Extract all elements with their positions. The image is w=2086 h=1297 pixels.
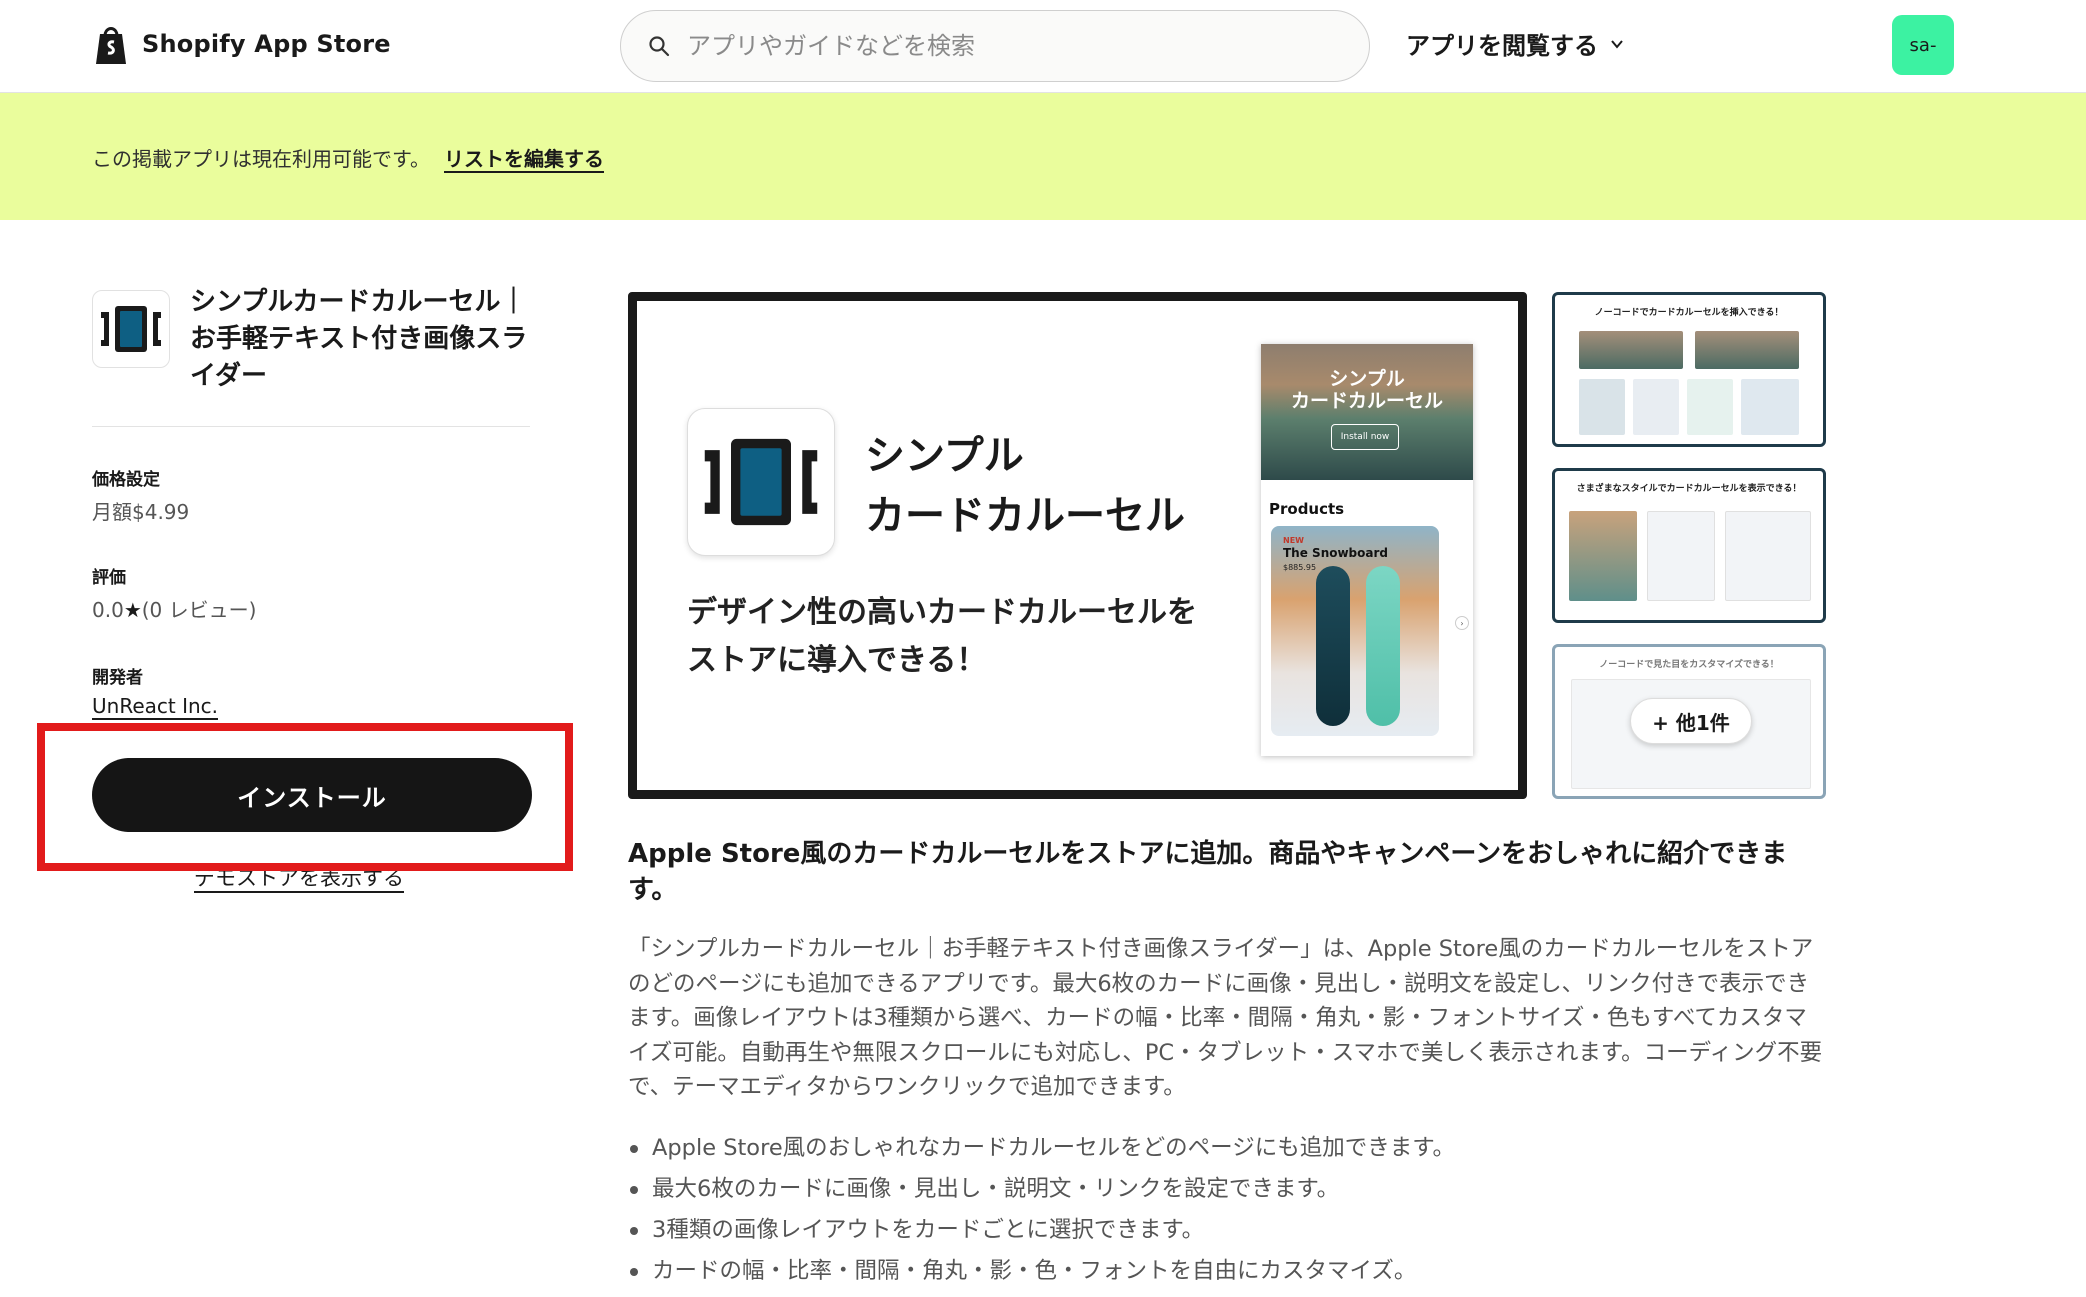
rating-label: 評価: [92, 568, 126, 588]
hero-title: シンプル カードカルーセル: [865, 426, 1185, 546]
mockup-install-button: Install now: [1331, 424, 1399, 450]
pricing-value: 月額$4.99: [92, 500, 190, 524]
store-mockup: シンプル カードカルーセル Install now Products NEW T…: [1261, 344, 1473, 756]
edit-listing-link[interactable]: リストを編集する: [444, 147, 604, 171]
star-icon: ★: [123, 598, 142, 622]
thumbnail-image: [1741, 379, 1799, 435]
description-body: 「シンプルカードカルーセル｜お手軽テキスト付き画像スライダー」は、Apple S…: [628, 936, 1823, 1101]
mockup-title-line2: カードカルーセル: [1290, 390, 1443, 412]
mockup-card-name: The Snowboard: [1283, 546, 1388, 560]
snowboard-image: [1366, 566, 1400, 726]
thumbnail-caption: さまざまなスタイルでカードカルーセルを表示できる！: [1576, 484, 1802, 494]
rating-reviews: (0 レビュー): [141, 598, 257, 622]
hero-title-line2: カードカルーセル: [865, 493, 1185, 539]
description-headline: Apple Store風のカードカルーセルをストアに追加。商品やキャンペーンをお…: [628, 839, 1788, 905]
search-input[interactable]: [687, 32, 1327, 60]
thumbnail-1[interactable]: ノーコードでカードカルーセルを挿入できる！: [1552, 292, 1826, 447]
banner-text: この掲載アプリは現在利用可能です。: [92, 147, 430, 171]
logo-text: Shopify App Store: [142, 30, 391, 58]
accent-bar: [628, 292, 878, 301]
list-item: カードの幅・比率・間隔・角丸・影・色・フォントを自由にカスタマイズ。: [628, 1251, 1455, 1292]
app-icon: [92, 290, 170, 368]
mockup-card-price: $885.95: [1283, 563, 1317, 572]
hero-sub-line1: デザイン性の高いカードカルーセルを: [687, 595, 1197, 630]
hero-app-icon: [687, 408, 835, 556]
sidebar-divider: [92, 426, 530, 427]
rating-value: 0.0★(0 レビュー): [92, 594, 256, 623]
search-box[interactable]: [620, 10, 1370, 82]
main-screenshot[interactable]: シンプル カードカルーセル デザイン性の高いカードカルーセルを ストアに導入でき…: [628, 292, 1527, 799]
account-avatar[interactable]: sa-: [1892, 15, 1954, 75]
accent-bar: [1277, 790, 1527, 799]
thumbnail-caption: ノーコードで見た目をカスタマイズできる！: [1599, 660, 1779, 670]
banner-message: この掲載アプリは現在利用可能です。 リストを編集する: [92, 143, 604, 172]
mockup-hero-image: シンプル カードカルーセル Install now: [1261, 344, 1473, 480]
thumbnail-image: [1725, 511, 1811, 601]
thumbnail-image: [1687, 379, 1733, 435]
carousel-logo-icon: [101, 306, 161, 352]
list-item: Apple Store風のおしゃれなカードカルーセルをどのページにも追加できます…: [628, 1128, 1455, 1169]
demo-store-link[interactable]: デモストアを表示する: [194, 862, 404, 892]
chevron-down-icon: [1611, 39, 1623, 49]
thumbnail-image: [1579, 379, 1625, 435]
accent-bar: [1518, 551, 1527, 711]
mockup-product-card: NEW The Snowboard $885.95: [1271, 526, 1439, 736]
hero-sub-line2: ストアに導入できる！: [687, 643, 987, 678]
browse-apps-label: アプリを閲覧する: [1406, 32, 1598, 60]
carousel-logo-icon: [704, 438, 818, 526]
browse-apps-menu[interactable]: アプリを閲覧する: [1406, 26, 1626, 61]
status-banner: この掲載アプリは現在利用可能です。 リストを編集する: [0, 93, 2086, 220]
developer-label: 開発者: [92, 668, 143, 688]
list-item: 3種類の画像レイアウトをカードごとに選択できます。: [628, 1210, 1455, 1251]
hero-title-line1: シンプル: [865, 433, 1024, 479]
mockup-products-heading: Products: [1269, 500, 1345, 518]
snowboard-image: [1316, 566, 1350, 726]
feature-list: Apple Store風のおしゃれなカードカルーセルをどのページにも追加できます…: [628, 1128, 1455, 1292]
mockup-new-badge: NEW: [1283, 536, 1304, 545]
thumbnail-image: [1647, 511, 1715, 601]
mockup-hero-title: シンプル カードカルーセル: [1261, 368, 1473, 412]
thumbnail-caption: ノーコードでカードカルーセルを挿入できる！: [1594, 308, 1784, 318]
thumbnail-image: [1579, 331, 1683, 369]
thumbnail-image: [1695, 331, 1799, 369]
list-item: 最大6枚のカードに画像・見出し・説明文・リンクを設定できます。: [628, 1169, 1455, 1210]
install-button[interactable]: インストール: [92, 758, 532, 832]
top-header: Shopify App Store アプリを閲覧する sa-: [0, 0, 2086, 93]
search-icon: [649, 36, 670, 57]
chevron-right-icon: ›: [1455, 616, 1469, 630]
more-images-button[interactable]: + 他1件: [1630, 698, 1752, 744]
hero-subtitle: デザイン性の高いカードカルーセルを ストアに導入できる！: [687, 589, 1197, 685]
accent-bar: [628, 531, 637, 681]
app-title: シンプルカードカルーセル｜お手軽テキスト付き画像スライダー: [190, 287, 528, 391]
thumbnail-image: [1633, 379, 1679, 435]
thumbnail-image: [1569, 511, 1637, 601]
pricing-label: 価格設定: [92, 470, 160, 490]
mockup-title-line1: シンプル: [1329, 368, 1405, 390]
developer-link[interactable]: UnReact Inc.: [92, 694, 218, 718]
thumbnail-2[interactable]: さまざまなスタイルでカードカルーセルを表示できる！: [1552, 468, 1826, 623]
shopify-bag-icon: [96, 27, 126, 64]
shopify-logo[interactable]: Shopify App Store: [92, 22, 391, 66]
rating-score: 0.0: [92, 598, 124, 622]
